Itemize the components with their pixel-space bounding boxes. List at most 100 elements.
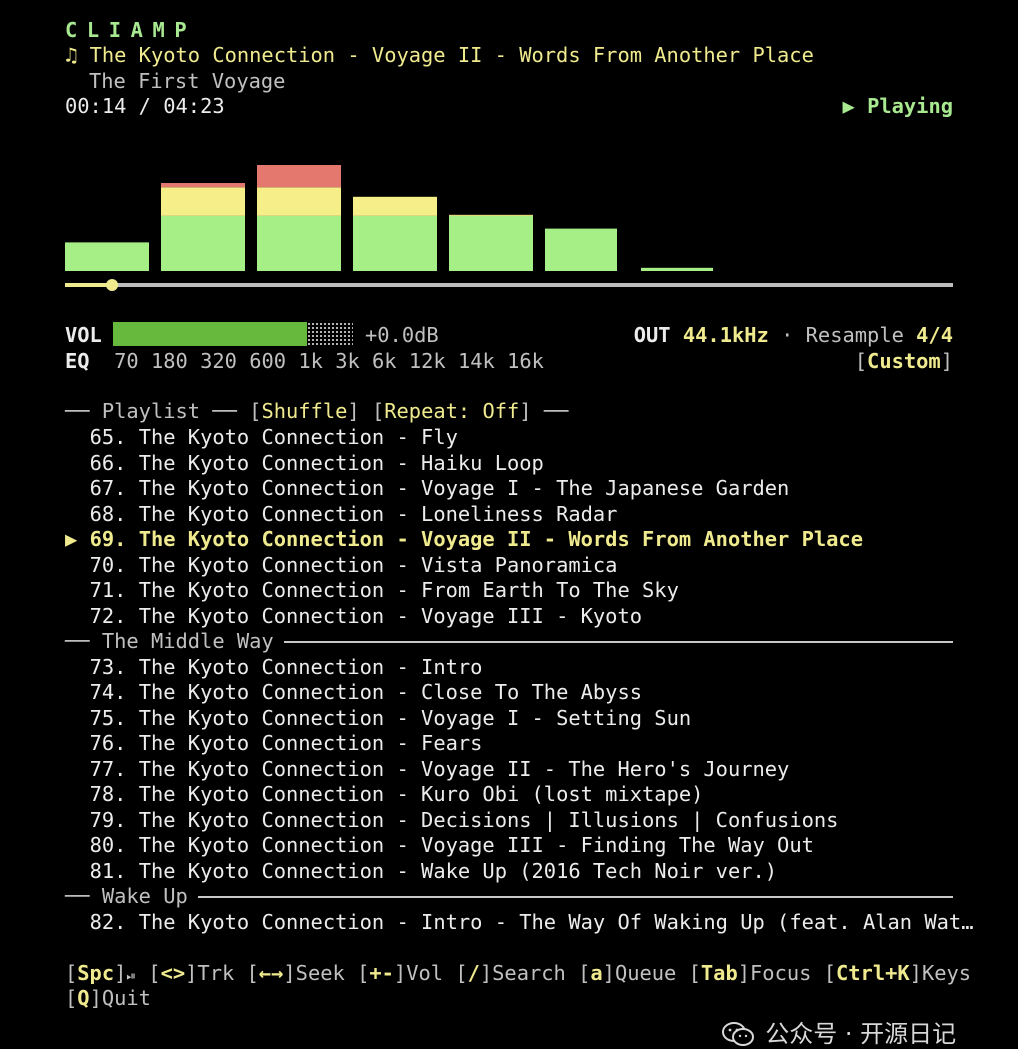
keybind-key: Q [77,986,90,1010]
eq-bands: 70 180 320 600 1k 3k 6k 12k 14k 16k [90,349,544,373]
playlist-header-suffix: ── [531,399,569,423]
track-title: The Kyoto Connection - Haiku Loop [138,450,544,475]
playlist-track[interactable]: 72. The Kyoto Connection - Voyage III - … [65,604,642,628]
time-duration: 04:23 [163,94,225,118]
playlist-track[interactable]: 71. The Kyoto Connection - From Earth To… [65,578,679,602]
watermark-text: 公众号 · 开源日记 [765,1020,957,1048]
playlist-track[interactable]: 65. The Kyoto Connection - Fly [65,425,458,449]
eq-band[interactable]: 320 [200,349,237,373]
keybind[interactable]: [←→]Seek [247,961,345,985]
track-number: 70. [89,552,127,577]
playlist-title: Playlist [101,399,201,423]
seek-handle [106,279,119,291]
seek-bar[interactable] [65,278,953,294]
time-separator: / [126,94,164,118]
track-number: 69. [89,527,127,551]
playlist-track[interactable]: 70. The Kyoto Connection - Vista Panoram… [65,552,618,577]
keybind-action: Keys [921,961,972,985]
eq-band[interactable]: 70 [114,349,139,373]
playlist-track[interactable]: 81. The Kyoto Connection - Wake Up (2016… [65,858,778,883]
keybind[interactable]: [Q]Quit [65,986,151,1010]
keybind[interactable]: [Ctrl+K]Keys [824,961,971,985]
viz-bar-mid [449,214,533,216]
repeat-close: ] [519,399,532,423]
group-name: Wake Up [101,884,188,908]
track-number: 76. [89,731,127,755]
keybind-key: Spc [77,961,115,985]
track-number: 75. [89,705,127,730]
eq-band[interactable]: 1k [298,349,323,373]
time-position: 00:14 [65,94,127,118]
track-title: The Kyoto Connection - Intro [138,654,483,679]
playlist-track[interactable]: 82. The Kyoto Connection - Intro - The W… [65,909,974,934]
track-title: The Kyoto Connection - Intro - The Way O… [138,909,974,934]
viz-bar-high [161,183,245,188]
eq-band[interactable]: 12k [409,349,446,373]
shuffle-label: Shuffle [261,399,348,423]
shuffle-toggle[interactable]: [Shuffle] [249,399,360,423]
track-number: 71. [89,578,127,602]
eq-preset[interactable]: [Custom] [855,349,953,373]
volume-fill [113,322,307,346]
time-readout: 00:14 / 04:23 [65,94,225,118]
keybind-action: Focus [750,961,812,985]
volume-label: VOL [65,323,102,347]
track-title: The Kyoto Connection - Voyage II - Words… [138,527,863,551]
watermark: 公众号 · 开源日记 [706,986,956,1049]
keybind-action: Seek [295,961,345,985]
playlist-track[interactable]: 80. The Kyoto Connection - Voyage III - … [65,833,814,857]
keybind[interactable]: [/]Search [455,961,566,985]
keybind[interactable]: [<>]Trk [148,961,234,985]
viz-bar-low [545,228,617,271]
track-title: The Kyoto Connection - Voyage III - Kyot… [138,603,643,628]
playlist-track[interactable]: 76. The Kyoto Connection - Fears [65,731,483,755]
keybind[interactable]: [Spc]⏯ [65,961,136,985]
keybind[interactable]: [Tab]Focus [689,961,812,985]
volume-slider[interactable] [113,322,353,346]
playlist-track[interactable]: 66. The Kyoto Connection - Haiku Loop [65,451,544,475]
keybind[interactable]: [+-]Vol [357,961,443,985]
playback-state[interactable]: ▶ Playing [843,94,954,118]
playlist-track[interactable]: 79. The Kyoto Connection - Decisions | I… [65,807,839,832]
playlist-header-prefix: ── [65,399,102,423]
playlist-track[interactable]: 78. The Kyoto Connection - Kuro Obi (los… [65,782,704,806]
eq-row: EQ 70 180 320 600 1k 3k 6k 12k 14k 16k [65,349,544,373]
shuffle-close: ] [347,399,360,423]
track-number: 74. [89,680,127,704]
viz-bar-low [257,215,341,271]
track-number: 66. [89,450,127,475]
track-title: The Kyoto Connection - Voyage I - The Ja… [138,476,790,500]
eq-band[interactable]: 3k [335,349,360,373]
viz-bar-low [161,215,245,271]
eq-band[interactable]: 16k [507,349,544,373]
repeat-toggle[interactable]: [Repeat: Off] [360,399,532,423]
keybind-action: Search [492,961,566,985]
keybind-key: +- [369,961,394,985]
playlist-track[interactable]: 73. The Kyoto Connection - Intro [65,654,483,679]
eq-band[interactable]: 14k [458,349,495,373]
playlist-track-current[interactable]: ▶ 69. The Kyoto Connection - Voyage II -… [65,527,863,551]
track-title: The Kyoto Connection - Decisions | Illus… [138,807,839,832]
wechat-icon [722,1022,755,1046]
now-playing-title: The Kyoto Connection - Voyage II - Words… [89,43,814,67]
keybind[interactable]: [a]Queue [578,961,676,985]
output-label: OUT [633,323,671,347]
eq-band[interactable]: 6k [372,349,397,373]
track-number: 80. [89,833,127,857]
track-number: 81. [89,858,127,883]
track-number: 67. [89,476,127,500]
repeat-label: Repeat: Off [384,399,520,423]
viz-bar-low [449,215,533,271]
keybind-action: ⏯ [126,969,137,983]
track-number: 79. [89,807,127,832]
track-number: 72. [89,603,127,628]
playlist-track[interactable]: 68. The Kyoto Connection - Loneliness Ra… [65,502,618,526]
eq-band[interactable]: 600 [249,349,286,373]
playlist-track[interactable]: 77. The Kyoto Connection - Voyage II - T… [65,757,790,781]
playlist-track[interactable]: 74. The Kyoto Connection - Close To The … [65,680,642,704]
track-title: The Kyoto Connection - Fly [138,425,458,449]
playlist-track[interactable]: 75. The Kyoto Connection - Voyage I - Se… [65,705,692,730]
track-number: 82. [89,909,127,934]
playlist-track[interactable]: 67. The Kyoto Connection - Voyage I - Th… [65,476,790,500]
eq-band[interactable]: 180 [151,349,188,373]
